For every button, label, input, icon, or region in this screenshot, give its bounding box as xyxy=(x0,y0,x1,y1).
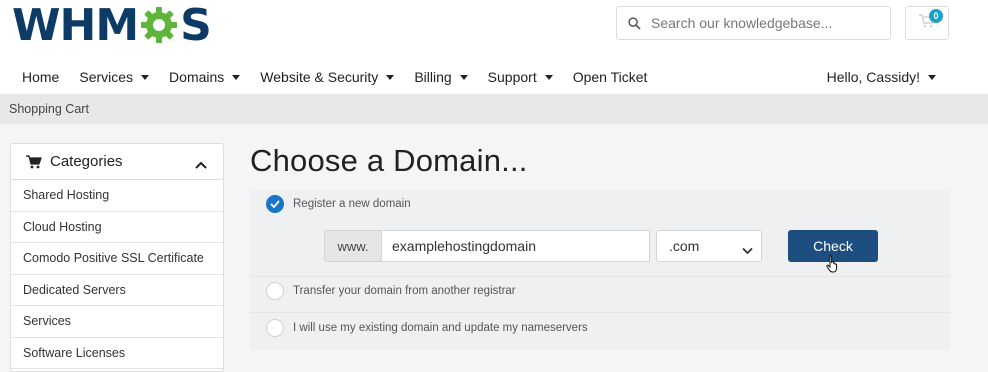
option-label: Register a new domain xyxy=(293,198,411,210)
nav-label: Billing xyxy=(414,69,452,85)
account-greeting: Hello, Cassidy! xyxy=(826,69,920,85)
shopping-cart-icon xyxy=(26,154,42,169)
sidebar-item-label: Comodo Positive SSL Certificate xyxy=(23,251,204,266)
nav-label: Home xyxy=(22,69,60,85)
sidebar-item-label: Dedicated Servers xyxy=(23,282,126,297)
sidebar-item-label: Software Licenses xyxy=(23,345,126,360)
sidebar-item-dedicated-servers[interactable]: Dedicated Servers xyxy=(11,275,223,306)
logo-text-left: WHM xyxy=(12,0,139,51)
nav-services[interactable]: Services xyxy=(69,69,159,85)
search-input[interactable] xyxy=(651,15,881,31)
main-nav: Home Services Domains Website & Security… xyxy=(0,60,988,94)
domain-name-input[interactable]: examplehostingdomain xyxy=(382,230,650,262)
caret-down-icon xyxy=(386,74,395,80)
option-existing-domain[interactable]: I will use my existing domain and update… xyxy=(266,319,588,337)
caret-down-icon xyxy=(141,74,150,80)
logo-text-right: S xyxy=(180,0,212,51)
categories-header[interactable]: Categories xyxy=(11,144,223,180)
chevron-down-icon xyxy=(742,242,753,258)
www-prefix: www. xyxy=(324,230,382,262)
option-transfer-domain[interactable]: Transfer your domain from another regist… xyxy=(266,282,516,300)
nav-label: Domains xyxy=(169,69,225,85)
nav-label: Support xyxy=(487,69,537,85)
cart-button[interactable] xyxy=(905,6,949,40)
nav-website-security[interactable]: Website & Security xyxy=(250,69,404,85)
breadcrumb-current: Shopping Cart xyxy=(9,102,89,116)
nav-label: Open Ticket xyxy=(572,69,648,85)
site-header: WHM S Search our knowledgebase... 0 xyxy=(0,0,988,58)
caret-down-icon xyxy=(928,74,936,80)
caret-down-icon xyxy=(544,74,553,80)
knowledgebase-search[interactable] xyxy=(616,6,891,40)
option-label: I will use my existing domain and update… xyxy=(293,322,588,334)
nav-open-ticket[interactable]: Open Ticket xyxy=(563,69,658,85)
sidebar-item-label: Shared Hosting xyxy=(23,188,110,203)
page-title: Choose a Domain... xyxy=(250,143,528,178)
hand-pointer-cursor-icon xyxy=(826,255,840,278)
nav-label: Services xyxy=(79,69,134,85)
account-menu[interactable]: Hello, Cassidy! xyxy=(827,60,936,94)
option-label: Transfer your domain from another regist… xyxy=(293,285,516,297)
tld-selected: .com xyxy=(669,238,700,254)
radio-checked-icon[interactable] xyxy=(266,195,284,213)
divider xyxy=(250,276,950,277)
caret-down-icon xyxy=(459,74,468,80)
nav-home[interactable]: Home xyxy=(0,69,69,85)
search-icon xyxy=(617,16,651,30)
cart-count-badge: 0 xyxy=(929,9,943,23)
tld-select[interactable]: .com xyxy=(656,230,762,262)
domain-search-row: www. examplehostingdomain .com Check xyxy=(324,230,878,262)
nav-billing[interactable]: Billing xyxy=(404,69,477,85)
sidebar-item-software-licenses[interactable]: Software Licenses xyxy=(11,338,223,369)
radio-unchecked-icon[interactable] xyxy=(266,282,284,300)
nav-domains[interactable]: Domains xyxy=(159,69,250,85)
chevron-up-icon[interactable] xyxy=(195,156,207,173)
sidebar-item-label: Services xyxy=(23,314,71,329)
sidebar-item-cloud-hosting[interactable]: Cloud Hosting xyxy=(11,212,223,243)
categories-sidebar: Categories Shared Hosting Cloud Hosting … xyxy=(10,143,224,372)
gear-logo-icon xyxy=(139,5,179,45)
sidebar-item-comodo-ssl[interactable]: Comodo Positive SSL Certificate xyxy=(11,243,223,275)
sidebar-item-label: Cloud Hosting xyxy=(23,219,102,234)
sidebar-item-services[interactable]: Services xyxy=(11,306,223,338)
nav-label: Website & Security xyxy=(260,69,379,85)
nav-support[interactable]: Support xyxy=(478,69,563,85)
sidebar-item-shared-hosting[interactable]: Shared Hosting xyxy=(11,180,223,212)
caret-down-icon xyxy=(232,74,241,80)
domain-options-panel: Register a new domain www. examplehostin… xyxy=(250,190,950,350)
categories-title: Categories xyxy=(50,153,123,170)
whmcs-logo[interactable]: WHM S xyxy=(12,0,212,51)
option-register-domain[interactable]: Register a new domain xyxy=(266,195,411,213)
radio-unchecked-icon[interactable] xyxy=(266,319,284,337)
breadcrumb: Shopping Cart xyxy=(0,94,988,124)
divider xyxy=(250,312,950,313)
